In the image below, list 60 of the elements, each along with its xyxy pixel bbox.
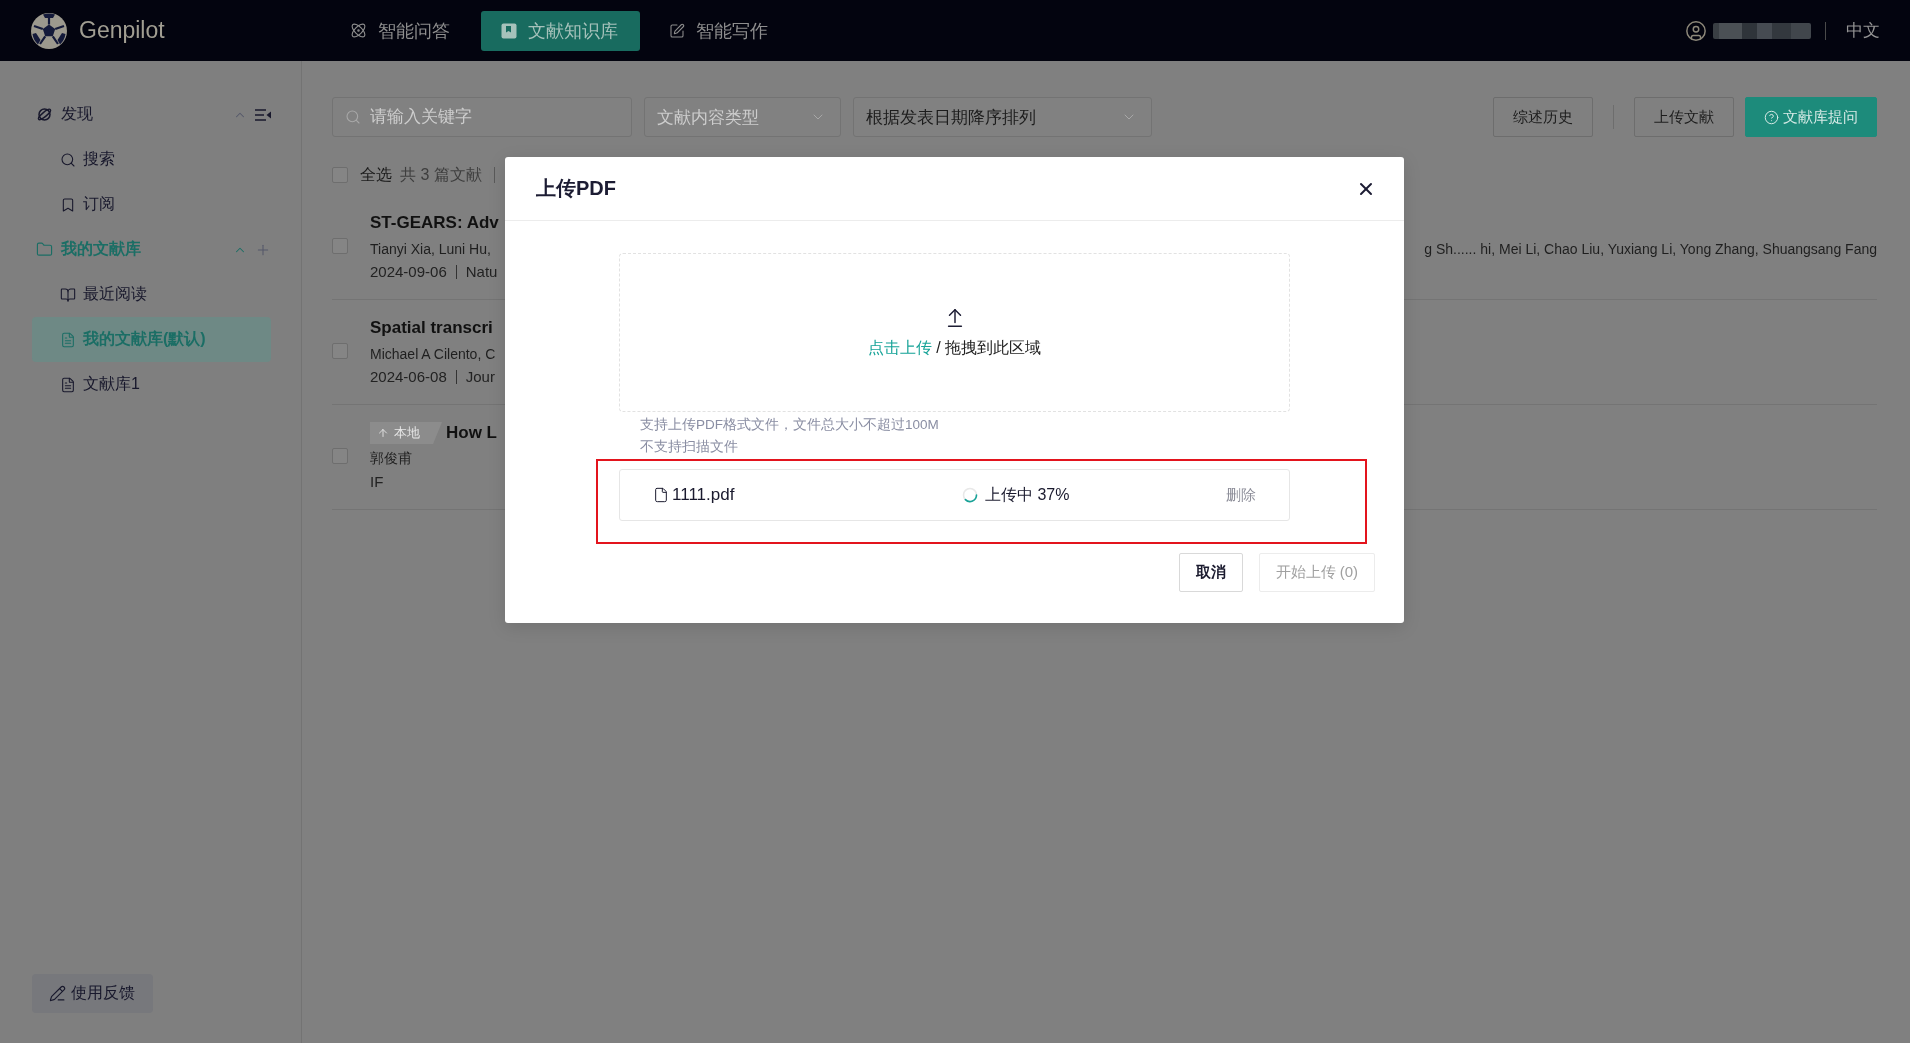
bookmark-tile-icon — [501, 22, 517, 39]
upload-prompt: 点击上传 / 拖拽到此区域 — [867, 337, 1042, 358]
search-icon — [60, 151, 76, 168]
paper-authors: Michael A Cilento, C — [370, 345, 496, 362]
collapse-sidebar-icon[interactable] — [255, 107, 271, 122]
select-field[interactable]: 根据发表日期降序排列 — [853, 97, 1152, 137]
document-icon — [60, 331, 76, 348]
ask-button[interactable]: 文献库提问 — [1745, 97, 1877, 137]
language-link[interactable]: 中文 — [1846, 19, 1880, 42]
feedback-button[interactable]: 使用反馈 — [32, 974, 153, 1013]
atom-icon — [350, 22, 367, 39]
upload-hint: 不支持扫描文件 — [640, 438, 739, 456]
toolbar-button[interactable]: 综述历史 — [1493, 97, 1593, 137]
paper-date: 2024-06-08 — [370, 368, 447, 385]
sidebar-item[interactable]: 搜索 — [32, 137, 271, 182]
paper-date: 2024-09-06 — [370, 263, 447, 280]
cancel-button[interactable]: 取消 — [1178, 553, 1243, 592]
section-header[interactable]: 发现 — [36, 104, 93, 125]
file-name: 1111.pdf — [672, 485, 735, 505]
sidebar-item[interactable]: 最近阅读 — [32, 272, 271, 317]
paper-authors: 郭俊甫 — [370, 449, 412, 468]
paper-title[interactable]: Spatial transcri — [370, 318, 493, 338]
open-book-icon — [60, 286, 76, 303]
folder-icon — [36, 241, 53, 258]
search-field[interactable]: 请输入关键字 — [332, 97, 632, 137]
logo-icon — [30, 11, 68, 50]
arrow-up-icon — [377, 427, 389, 439]
pen-icon — [49, 985, 66, 1002]
dialog-title: 上传PDF — [536, 176, 616, 201]
bookmark-icon — [60, 196, 76, 213]
document-icon — [60, 376, 76, 393]
badge-label: 本地 — [394, 424, 420, 442]
help-icon — [1764, 109, 1779, 125]
upload-link[interactable]: 点击上传 — [867, 338, 932, 356]
upload-dropzone[interactable]: 点击上传 / 拖拽到此区域 — [619, 253, 1290, 412]
nav-tab[interactable]: 智能写作 — [649, 10, 790, 51]
upload-hint: 支持上传PDF格式文件，文件总大小不超过100M — [640, 416, 940, 434]
toolbar-button[interactable]: 上传文献 — [1634, 97, 1734, 137]
paper-journal: Jour — [465, 368, 495, 385]
search-icon — [345, 109, 361, 125]
sidebar-item[interactable]: 文献库1 — [32, 362, 271, 407]
file-icon — [653, 487, 669, 503]
paper-authors: g Sh...... hi, Mei Li, Chao Liu, Yuxiang Li, Yong Zhang, Shuangsang Fang — [1424, 240, 1877, 257]
edit-icon — [669, 22, 685, 39]
user-icon[interactable] — [1685, 19, 1707, 42]
select-all-label[interactable]: 全选 — [360, 164, 392, 186]
sidebar-item[interactable]: 订阅 — [32, 182, 271, 227]
select-field[interactable]: 文献内容类型 — [644, 97, 841, 137]
planet-icon — [36, 106, 53, 123]
paper-authors: Tianyi Xia, Luni Hu, — [370, 240, 491, 257]
paper-journal: Natu — [465, 263, 498, 280]
impact-factor: IF — [370, 473, 384, 490]
delete-link[interactable]: 删除 — [1226, 485, 1256, 505]
nav-tab[interactable]: 文献知识库 — [481, 10, 640, 51]
nav-tab[interactable]: 智能问答 — [330, 10, 472, 51]
logo-text: Genpilot — [79, 17, 165, 44]
upload-status: 上传中 37% — [985, 484, 1070, 505]
paper-title[interactable]: How L — [446, 423, 497, 443]
paper-title[interactable]: ST-GEARS: Adv — [370, 213, 499, 233]
document-count: 共 3 篇文献 — [400, 164, 482, 185]
